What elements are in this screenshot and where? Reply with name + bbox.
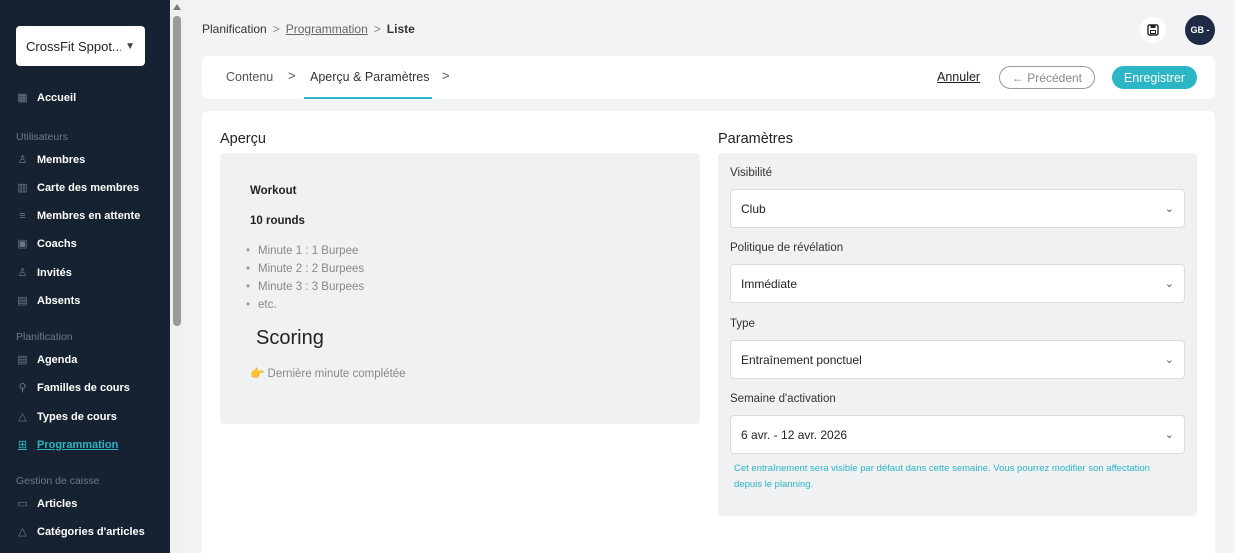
- user-icon: ♙: [17, 153, 28, 166]
- program-icon: ⊞: [17, 438, 28, 451]
- sidebar-item-label: Articles: [37, 498, 78, 510]
- save-button[interactable]: Enregistrer: [1112, 66, 1197, 89]
- step-tabbar: Contenu > Aperçu & Paramètres > Annuler …: [202, 56, 1215, 99]
- list-item: etc.: [246, 299, 276, 311]
- scrollbar[interactable]: [170, 0, 184, 553]
- preview-title: Aperçu: [220, 131, 266, 147]
- chevron-right-icon: >: [442, 68, 450, 83]
- sidebar-item-label: Catégories d'articles: [37, 526, 145, 538]
- reveal-policy-select[interactable]: Immédiate ⌄: [730, 264, 1185, 303]
- scroll-thumb[interactable]: [173, 16, 181, 326]
- visibility-select[interactable]: Club ⌄: [730, 189, 1185, 228]
- list-item: Minute 2 : 2 Burpees: [246, 263, 364, 275]
- calendar-icon: ▤: [17, 353, 28, 366]
- chevron-down-icon: ⌄: [1164, 203, 1174, 215]
- chevron-down-icon: ⌄: [1164, 278, 1174, 290]
- active-tab-indicator: [304, 97, 432, 99]
- scroll-up-arrow-icon[interactable]: [173, 4, 181, 10]
- sidebar-item-label: Membres: [37, 154, 86, 166]
- shapes-icon: △: [18, 410, 27, 423]
- sidebar-item-label: Absents: [37, 295, 81, 307]
- sidebar-item-label: Familles de cours: [37, 382, 130, 394]
- chevron-down-icon: ⌄: [1164, 354, 1174, 366]
- sidebar-group-utilisateurs: Utilisateurs: [16, 131, 68, 143]
- activation-week-value: 6 avr. - 12 avr. 2026: [741, 427, 848, 442]
- visibility-label: Visibilité: [730, 167, 772, 179]
- hierarchy-icon: ⚲: [18, 381, 27, 394]
- sidebar-item-label: Carte des membres: [37, 182, 140, 194]
- chevron-down-icon: ▼: [125, 40, 135, 52]
- tab-contenu[interactable]: Contenu: [226, 70, 273, 84]
- preview-workout-heading: Workout: [250, 185, 297, 197]
- preview-rounds: 10 rounds: [250, 215, 305, 227]
- sidebar-item-coachs[interactable]: ▣ Coachs: [16, 236, 77, 252]
- reveal-policy-value: Immédiate: [741, 276, 798, 291]
- preview-scoring-heading: Scoring: [256, 327, 324, 349]
- breadcrumb-separator: >: [272, 22, 280, 36]
- type-label: Type: [730, 318, 755, 330]
- sidebar-item-articles[interactable]: ▭ Articles: [16, 496, 77, 512]
- sidebar-item-label: Coachs: [37, 238, 77, 250]
- sidebar-item-accueil[interactable]: ▦ Accueil: [16, 90, 76, 106]
- sidebar-item-carte-des-membres[interactable]: ▥ Carte des membres: [16, 180, 139, 196]
- floppy-disk-icon: [1147, 24, 1159, 36]
- breadcrumb-root: Planification: [202, 22, 267, 36]
- coach-icon: ▣: [17, 237, 28, 250]
- sidebar-item-invites[interactable]: ♙ Invités: [16, 265, 72, 281]
- box-icon: ▭: [17, 497, 28, 510]
- list-item: Minute 1 : 1 Burpee: [246, 245, 358, 257]
- sidebar-item-types-de-cours[interactable]: △ Types de cours: [16, 409, 117, 425]
- sidebar-item-label: Membres en attente: [37, 210, 141, 222]
- sidebar-item-agenda[interactable]: ▤ Agenda: [16, 352, 77, 368]
- params-box: Visibilité Club ⌄ Politique de révélatio…: [718, 153, 1197, 516]
- sidebar-group-gestion-de-caisse: Gestion de caisse: [16, 475, 100, 487]
- sidebar-item-membres-en-attente[interactable]: ≡ Membres en attente: [16, 208, 140, 224]
- breadcrumb-separator: >: [373, 22, 381, 36]
- sidebar-item-label: Invités: [37, 267, 72, 279]
- sidebar-item-label: Agenda: [37, 354, 78, 366]
- map-icon: ▥: [17, 181, 28, 194]
- sidebar-group-planification: Planification: [16, 331, 73, 343]
- sidebar-item-programmation[interactable]: ⊞ Programmation: [16, 437, 118, 453]
- sidebar-item-categories-articles[interactable]: △ Catégories d'articles: [16, 524, 145, 540]
- sidebar-item-absents[interactable]: ▤ Absents: [16, 293, 80, 309]
- activation-week-label: Semaine d'activation: [730, 393, 836, 405]
- list-item: Minute 3 : 3 Burpees: [246, 281, 364, 293]
- activation-week-help: Cet entraînement sera visible par défaut…: [734, 463, 1150, 490]
- preview-box: Workout 10 rounds Minute 1 : 1 Burpee Mi…: [220, 153, 700, 424]
- sidebar-item-label: Types de cours: [37, 411, 117, 423]
- sidebar-item-membres[interactable]: ♙ Membres: [16, 152, 86, 168]
- type-select[interactable]: Entraînement ponctuel ⌄: [730, 340, 1185, 379]
- chevron-right-icon: >: [288, 68, 296, 83]
- save-icon-button[interactable]: [1140, 17, 1166, 43]
- club-select-value: CrossFit Sppot...: [26, 38, 122, 54]
- breadcrumb-current: Liste: [386, 22, 415, 36]
- chevron-down-icon: ⌄: [1164, 429, 1174, 441]
- breadcrumb-link-programmation[interactable]: Programmation: [286, 22, 368, 36]
- main-card: Aperçu Workout 10 rounds Minute 1 : 1 Bu…: [202, 111, 1215, 553]
- club-select[interactable]: CrossFit Sppot... ▼: [16, 26, 145, 66]
- grid-icon: ▦: [17, 91, 28, 104]
- visibility-value: Club: [741, 201, 766, 216]
- breadcrumb: Planification > Programmation > Liste: [202, 22, 415, 36]
- activation-week-select[interactable]: 6 avr. - 12 avr. 2026 ⌄: [730, 415, 1185, 454]
- reveal-policy-label: Politique de révélation: [730, 242, 844, 254]
- shapes-icon: △: [18, 525, 27, 538]
- sidebar-item-familles-de-cours[interactable]: ⚲ Familles de cours: [16, 380, 130, 396]
- preview-scoring-value: 👉 Dernière minute complétée: [250, 368, 406, 380]
- user-plus-icon: ♙: [17, 266, 28, 279]
- type-value: Entraînement ponctuel: [741, 352, 862, 367]
- calendar-x-icon: ▤: [17, 294, 28, 307]
- tab-apercu-parametres[interactable]: Aperçu & Paramètres: [310, 70, 430, 84]
- user-list-icon: ≡: [19, 209, 26, 222]
- params-title: Paramètres: [718, 131, 793, 147]
- sidebar: CrossFit Sppot... ▼ ▦ Accueil Utilisateu…: [0, 0, 170, 553]
- sidebar-item-label: Accueil: [37, 92, 77, 104]
- cancel-button[interactable]: Annuler: [937, 70, 980, 84]
- avatar[interactable]: GB -: [1185, 15, 1215, 45]
- previous-button[interactable]: ← Précédent: [999, 66, 1095, 89]
- sidebar-item-label: Programmation: [37, 439, 119, 451]
